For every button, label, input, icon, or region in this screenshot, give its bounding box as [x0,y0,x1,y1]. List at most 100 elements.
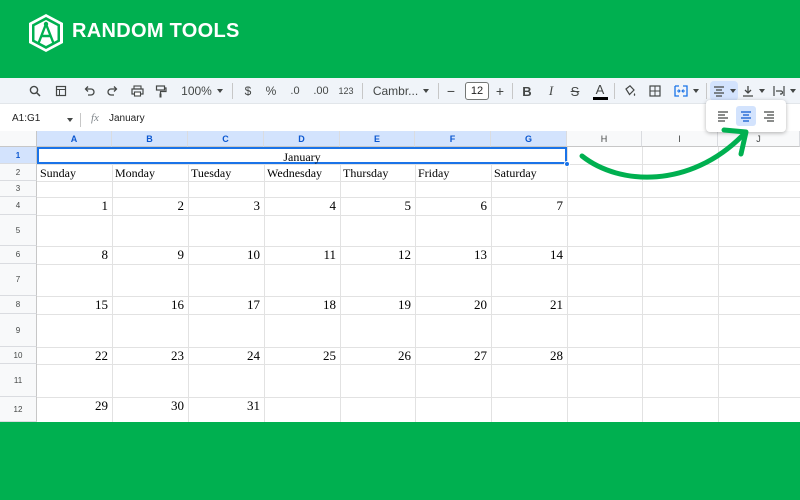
date-cell[interactable]: 25 [266,348,336,364]
grid-row-line [37,164,800,165]
zoom-select[interactable]: 100% [178,81,226,101]
weekday-cell[interactable]: Sunday [40,166,76,181]
chevron-down-icon[interactable] [67,118,73,122]
sheet-grid[interactable]: ABCDEFGHIJ 1 2 3 4 5 6 7 8 9 10 11 12 January Sunda… [0,131,800,422]
month-title-cell[interactable]: January [37,147,567,164]
undo-icon[interactable] [80,81,98,101]
date-cell[interactable]: 8 [38,247,109,263]
bold-icon[interactable]: B [518,81,536,101]
column-header-e[interactable]: E [340,131,415,147]
row-header-6[interactable]: 6 [0,246,37,264]
font-family-select[interactable]: Cambr... [370,81,432,101]
align-right-icon[interactable] [759,106,779,126]
date-cell[interactable]: 17 [190,297,260,313]
date-cell[interactable]: 11 [266,247,336,263]
increase-decimal-button[interactable]: .00 [309,81,333,101]
select-all-corner[interactable] [0,131,37,147]
date-cell[interactable]: 30 [114,398,184,414]
increase-font-size-button[interactable]: + [493,81,507,101]
row-header-3[interactable]: 3 [0,181,37,197]
weekday-cell[interactable]: Wednesday [267,166,322,181]
date-cell[interactable]: 18 [266,297,336,313]
column-header-f[interactable]: F [415,131,491,147]
date-cell[interactable]: 29 [38,398,108,414]
align-left-icon[interactable] [713,106,733,126]
row-header-8[interactable]: 8 [0,296,37,314]
row-header-12[interactable]: 12 [0,397,37,422]
grid-column-line [188,147,189,422]
date-cell[interactable]: 22 [38,348,108,364]
date-cell[interactable]: 12 [341,247,411,263]
column-header-c[interactable]: C [188,131,264,147]
column-header-d[interactable]: D [264,131,340,147]
paint-format-icon[interactable] [152,81,170,101]
strikethrough-icon[interactable]: S [566,81,584,101]
redo-icon[interactable] [104,81,122,101]
date-cell[interactable]: 10 [190,247,260,263]
align-center-icon[interactable] [736,106,756,126]
column-header-g[interactable]: G [491,131,567,147]
weekday-cell[interactable]: Friday [418,166,449,181]
weekday-cell[interactable]: Thursday [343,166,388,181]
row-header-7[interactable]: 7 [0,264,37,296]
row-header-1[interactable]: 1 [0,147,37,164]
date-cell[interactable]: 19 [341,297,411,313]
date-cell[interactable]: 13 [417,247,487,263]
merge-cells-icon[interactable] [670,81,702,101]
vertical-align-icon[interactable] [740,81,766,101]
column-header-a[interactable]: A [37,131,112,147]
date-cell[interactable]: 15 [38,297,108,313]
row-header-2[interactable]: 2 [0,164,37,181]
column-header-h[interactable]: H [567,131,642,147]
percent-button[interactable]: % [263,81,279,101]
decrease-decimal-button[interactable]: .0 [285,81,305,101]
toolbar-divider [706,83,707,99]
row-header-5[interactable]: 5 [0,215,37,246]
formula-input[interactable]: January [109,113,145,124]
currency-button[interactable]: $ [240,81,256,101]
search-icon[interactable] [26,81,44,101]
italic-icon[interactable]: I [542,81,560,101]
column-header-i[interactable]: I [642,131,718,147]
date-cell[interactable]: 21 [493,297,563,313]
date-cell[interactable]: 24 [190,348,260,364]
date-cell[interactable]: 3 [190,198,261,214]
row-header-4[interactable]: 4 [0,197,37,215]
date-cell[interactable]: 9 [114,247,185,263]
horizontal-align-icon[interactable] [710,81,738,101]
text-color-icon[interactable]: A [590,81,610,101]
date-cell[interactable]: 5 [341,198,412,214]
date-cell[interactable]: 31 [190,398,260,414]
date-cell[interactable]: 28 [493,348,563,364]
row-header-10[interactable]: 10 [0,347,37,364]
text-wrap-icon[interactable] [770,81,798,101]
borders-icon[interactable] [646,81,664,101]
column-header-j[interactable]: J [718,131,800,147]
weekday-cell[interactable]: Saturday [494,166,537,181]
weekday-cell[interactable]: Monday [115,166,155,181]
fill-color-icon[interactable] [620,81,638,101]
menu-icon[interactable] [52,81,70,101]
weekday-cell[interactable]: Tuesday [191,166,231,181]
date-cell[interactable]: 2 [114,198,185,214]
date-cell[interactable]: 7 [493,198,564,214]
brand-name: RANDOM TOOLS [72,20,240,42]
date-cell[interactable]: 23 [114,348,184,364]
name-box[interactable]: A1:G1 [12,113,40,124]
date-cell[interactable]: 6 [417,198,488,214]
date-cell[interactable]: 20 [417,297,487,313]
number-format-button[interactable]: 123 [336,81,356,101]
decrease-font-size-button[interactable]: − [444,81,458,101]
date-cell[interactable]: 26 [341,348,411,364]
date-cell[interactable]: 14 [493,247,563,263]
date-cell[interactable]: 16 [114,297,184,313]
date-cell[interactable]: 4 [266,198,337,214]
column-header-b[interactable]: B [112,131,188,147]
row-header-9[interactable]: 9 [0,314,37,347]
row-header-11[interactable]: 11 [0,364,37,397]
font-size-field[interactable]: 12 [463,81,491,101]
date-cell[interactable]: 27 [417,348,487,364]
print-icon[interactable] [128,81,146,101]
selection-fill-handle[interactable] [564,161,570,167]
date-cell[interactable]: 1 [38,198,109,214]
